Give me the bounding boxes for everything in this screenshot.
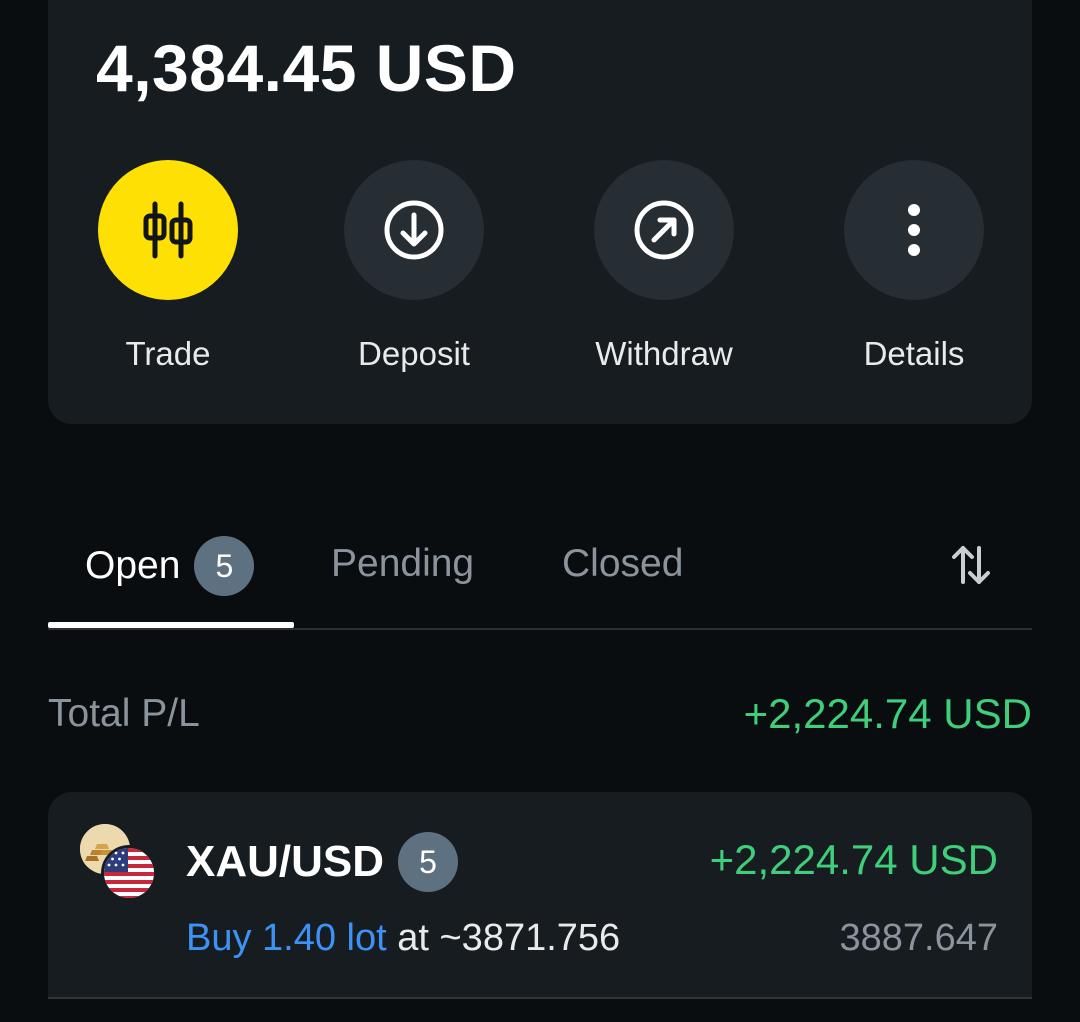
tabs-divider bbox=[48, 628, 1032, 630]
deposit-circle[interactable] bbox=[344, 160, 484, 300]
position-open-price: at ~3871.756 bbox=[386, 917, 621, 959]
arrow-down-circle-icon bbox=[384, 200, 444, 260]
tab-pending[interactable]: Pending bbox=[331, 536, 474, 592]
position-count-badge: 5 bbox=[398, 832, 459, 892]
position-divider bbox=[48, 997, 1032, 999]
details-label: Details bbox=[863, 335, 965, 372]
tab-pending-label: Pending bbox=[331, 542, 475, 585]
tab-closed-label: Closed bbox=[562, 542, 684, 585]
trade-circle[interactable] bbox=[98, 160, 238, 300]
us-flag-icon bbox=[104, 848, 154, 898]
account-balance: 4,384.45 USD bbox=[96, 31, 517, 105]
positions-tabs: Open 5 Pending Closed bbox=[48, 520, 1032, 630]
position-symbol: XAU/USD 5 bbox=[186, 832, 459, 892]
trade-label: Trade bbox=[125, 335, 211, 372]
withdraw-button[interactable]: Withdraw bbox=[539, 160, 789, 374]
sort-button[interactable] bbox=[946, 540, 996, 590]
deposit-button[interactable]: Deposit bbox=[289, 160, 539, 374]
details-button[interactable]: Details bbox=[789, 160, 1039, 374]
account-screen: 4,384.45 USD Trade Deposit Withdraw Deta… bbox=[0, 0, 1080, 1022]
details-circle[interactable] bbox=[844, 160, 984, 300]
more-vertical-icon bbox=[908, 204, 920, 256]
tab-open[interactable]: Open 5 bbox=[85, 536, 255, 596]
sort-arrows-icon bbox=[952, 546, 990, 584]
open-count-badge: 5 bbox=[194, 536, 255, 596]
tab-closed[interactable]: Closed bbox=[562, 536, 683, 592]
total-pl-label: Total P/L bbox=[48, 692, 200, 735]
withdraw-label: Withdraw bbox=[595, 335, 733, 372]
symbol-name: XAU/USD bbox=[186, 837, 385, 886]
deposit-label: Deposit bbox=[358, 335, 470, 372]
trade-button[interactable]: Trade bbox=[43, 160, 293, 374]
total-pl-value: +2,224.74 USD bbox=[743, 690, 1032, 737]
position-card-xauusd[interactable]: XAU/USD 5 +2,224.74 USD Buy 1.40 lot at … bbox=[48, 792, 1032, 998]
position-side: Buy 1.40 lot bbox=[186, 917, 387, 959]
position-pl: +2,224.74 USD bbox=[709, 836, 998, 883]
position-current-price: 3887.647 bbox=[839, 917, 999, 959]
arrow-up-right-circle-icon bbox=[634, 200, 694, 260]
candlestick-icon bbox=[143, 201, 193, 259]
position-detail: Buy 1.40 lot at ~3871.756 bbox=[186, 912, 620, 964]
withdraw-circle[interactable] bbox=[594, 160, 734, 300]
tab-open-label: Open bbox=[85, 544, 181, 587]
total-pl-row: Total P/L +2,224.74 USD bbox=[48, 686, 1032, 742]
